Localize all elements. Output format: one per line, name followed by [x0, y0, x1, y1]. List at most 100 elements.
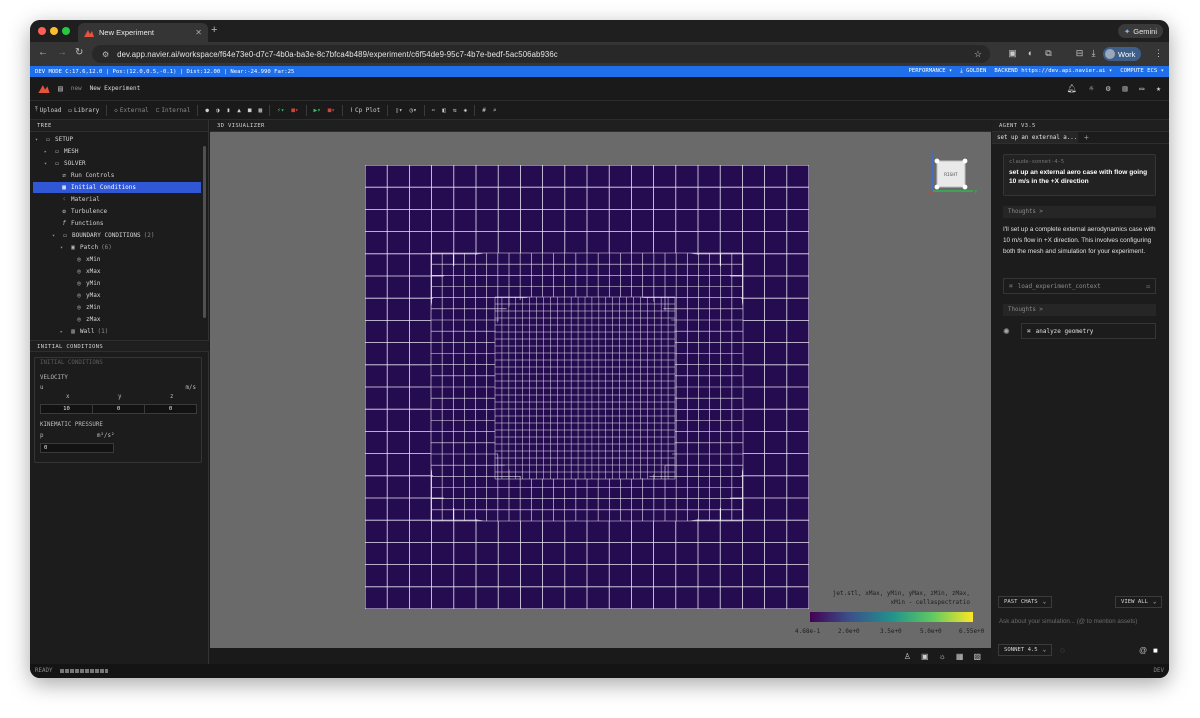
orientation-cube[interactable]: RIGHT Z Y	[921, 146, 981, 201]
profile-button[interactable]: Work	[1103, 47, 1142, 61]
scissors-icon[interactable]: ✂	[432, 107, 436, 114]
sun-icon[interactable]: ☼	[1089, 84, 1094, 93]
contrast-icon[interactable]: ◧	[442, 107, 446, 114]
reload-icon[interactable]: ↻	[75, 47, 83, 58]
document-icon[interactable]: ▯▾	[395, 107, 402, 114]
bolt-icon[interactable]: ⚡▾	[277, 107, 284, 114]
golden-button[interactable]: ⤓ GOLDEN	[960, 68, 986, 75]
layers-icon[interactable]: ◈	[464, 107, 468, 114]
extension-icon[interactable]: ◐	[1025, 48, 1036, 59]
tree-item-initial-conditions[interactable]: ▦ Initial Conditions	[33, 182, 201, 193]
close-window-button[interactable]	[38, 27, 46, 35]
performance-dropdown[interactable]: PERFORMANCE ▾	[909, 68, 953, 75]
compute-dropdown[interactable]: COMPUTE ECS ▾	[1120, 68, 1164, 75]
cone-icon[interactable]: ▲	[237, 107, 241, 114]
search-icon[interactable]: ⌕	[493, 107, 497, 114]
camera-icon[interactable]: ▣	[921, 652, 929, 661]
past-chats-dropdown[interactable]: PAST CHATS ⌄	[998, 596, 1053, 608]
box-icon[interactable]: ■	[248, 107, 252, 114]
layout-icon[interactable]: ▭	[1139, 84, 1144, 93]
cylinder-icon[interactable]: ▮	[227, 107, 231, 114]
tree-item-material[interactable]: ⁖ Material	[33, 194, 201, 205]
settings-icon[interactable]: ⚙	[1106, 84, 1111, 93]
panel-icon[interactable]: ▥	[1123, 84, 1128, 93]
mention-icon[interactable]: @	[1139, 646, 1147, 655]
tree-item-zmin[interactable]: ◎ zMin	[33, 302, 201, 313]
gemini-button[interactable]: ✦ Gemini	[1117, 24, 1163, 38]
cube-corner[interactable]	[962, 158, 968, 164]
site-info-icon[interactable]: ⚙	[102, 50, 109, 59]
history-icon[interactable]: ◷▾	[409, 107, 416, 114]
extension-icon[interactable]: ▣	[1007, 48, 1018, 59]
pressure-input[interactable]: 0	[40, 443, 114, 453]
stop-icon[interactable]: ■	[1153, 646, 1158, 655]
thoughts-toggle[interactable]: Thoughts >	[1003, 206, 1156, 218]
puzzle-icon[interactable]: ⧉	[1043, 48, 1054, 59]
tree-item-functions[interactable]: f Functions	[33, 218, 201, 229]
tree-item-mesh[interactable]: ▸ ▭ MESH	[33, 146, 201, 157]
internal-button[interactable]: ⊏ Internal	[156, 107, 191, 114]
stop-run-icon[interactable]: ■▾	[328, 107, 335, 114]
menu-dots-icon[interactable]: ⋮	[1153, 48, 1164, 59]
velocity-z-input[interactable]: 0	[144, 404, 197, 414]
hash-icon[interactable]: #	[482, 107, 486, 114]
view-all-dropdown[interactable]: VIEW ALL ⌄	[1115, 596, 1163, 608]
tree-item-patch[interactable]: ▾ ▣ Patch (6)	[33, 242, 201, 253]
run-icon[interactable]: ▶▾	[314, 107, 321, 114]
tree-item-setup[interactable]: ▾ ▭ SETUP	[33, 134, 201, 145]
tool-call-analyze-geometry[interactable]: ⌘ analyze geometry	[1021, 323, 1156, 339]
image-icon[interactable]: ▨	[973, 652, 981, 661]
new-chat-button[interactable]: +	[1078, 132, 1089, 143]
external-button[interactable]: ◇ External	[114, 107, 149, 114]
tree-item-solver[interactable]: ▾ ▭ SOLVER	[33, 158, 201, 169]
velocity-y-input[interactable]: 0	[92, 404, 145, 414]
cube-corner[interactable]	[934, 158, 940, 164]
mesh-view[interactable]	[365, 165, 809, 609]
new-tab-button[interactable]: +	[211, 24, 217, 36]
bookmark-star-icon[interactable]: ☆	[974, 49, 982, 60]
tree-item-xmin[interactable]: ◎ xMin	[33, 254, 201, 265]
close-tab-icon[interactable]: ✕	[195, 28, 202, 37]
browser-tab[interactable]: New Experiment ✕	[78, 23, 208, 42]
refresh-icon[interactable]: ◌	[1060, 646, 1065, 655]
tree-item-ymin[interactable]: ◎ yMin	[33, 278, 201, 289]
stop-icon[interactable]: ■▾	[291, 107, 298, 114]
velocity-x-input[interactable]: 10	[40, 404, 93, 414]
tab-search-icon[interactable]: ⊟	[1074, 48, 1085, 59]
back-arrow-icon[interactable]: ←	[38, 47, 48, 58]
backend-dropdown[interactable]: BACKEND https://dev.api.navier.ai ▾	[994, 68, 1112, 75]
cube-corner[interactable]	[934, 184, 940, 190]
person-icon[interactable]: ♙	[904, 652, 911, 661]
address-bar[interactable]: ⚙ dev.app.navier.ai/workspace/f64e73e0-d…	[92, 45, 990, 63]
tree-item-run-controls[interactable]: ⇄ Run Controls	[33, 170, 201, 181]
tree-item-xmax[interactable]: ◎ xMax	[33, 266, 201, 277]
bell-icon[interactable]: 🔔︎	[1067, 84, 1077, 93]
thoughts-toggle[interactable]: Thoughts >	[1003, 304, 1156, 316]
agent-chat-tab[interactable]: set up an external a...	[992, 132, 1078, 143]
star-icon[interactable]: ★	[1156, 84, 1161, 93]
sphere-icon[interactable]: ●	[205, 107, 209, 114]
tree-item-turbulence[interactable]: ❂ Turbulence	[33, 206, 201, 217]
navier-logo-icon[interactable]	[38, 84, 50, 93]
library-button[interactable]: ▭ Library	[68, 107, 99, 114]
tree-item-zmax[interactable]: ◎ zMax	[33, 314, 201, 325]
upload-button[interactable]: ⤒ Upload	[35, 106, 61, 114]
cube-corner[interactable]	[962, 184, 968, 190]
split-icon[interactable]: ⇆	[453, 107, 457, 114]
maximize-window-button[interactable]	[62, 27, 70, 35]
tree-item-wall[interactable]: ▸ ▥ Wall (1)	[33, 326, 201, 337]
cp-plot-button[interactable]: ⌇ Cp Plot	[350, 107, 380, 114]
tree-scrollbar[interactable]	[203, 146, 206, 318]
tool-call-load-context[interactable]: ⌘ load_experiment_context ☑	[1003, 278, 1156, 294]
breadcrumb-root[interactable]: new	[71, 85, 82, 92]
tree-item-boundary-conditions[interactable]: ▾ ▭ BOUNDARY CONDITIONS (2)	[33, 230, 201, 241]
chat-input[interactable]: Ask about your simulation... (@ to menti…	[999, 618, 1167, 625]
minimize-window-button[interactable]	[50, 27, 58, 35]
download-icon[interactable]: ⤓	[1088, 48, 1099, 59]
grid-icon[interactable]: ▦	[956, 652, 964, 661]
3d-visualizer[interactable]: 3D VISUALIZER RIGHT Z Y jet.stl, xMax, y…	[210, 120, 991, 664]
save-icon[interactable]: ▤	[58, 84, 63, 93]
forward-arrow-icon[interactable]: →	[57, 47, 67, 58]
model-select[interactable]: SONNET 4.5 ⌄	[998, 644, 1053, 656]
half-sphere-icon[interactable]: ◑	[216, 107, 220, 114]
